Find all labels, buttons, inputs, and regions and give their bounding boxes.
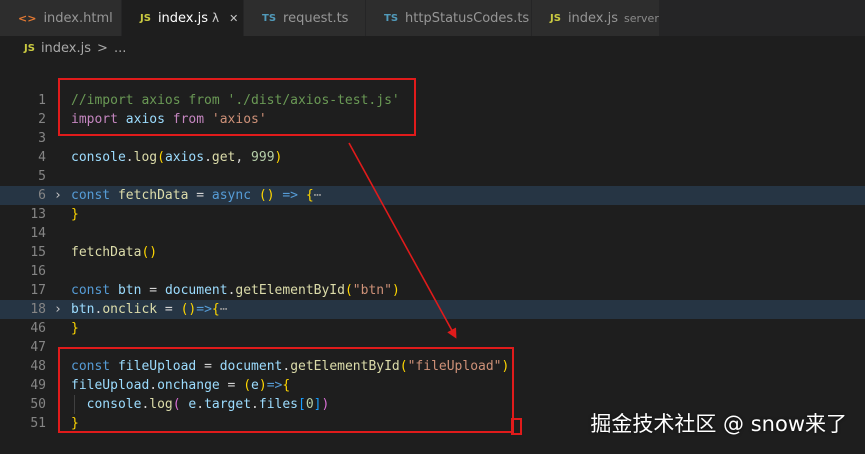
annotation-arrow xyxy=(348,142,457,339)
watermark: 掘金技术社区 @ snow来了 xyxy=(590,412,847,436)
